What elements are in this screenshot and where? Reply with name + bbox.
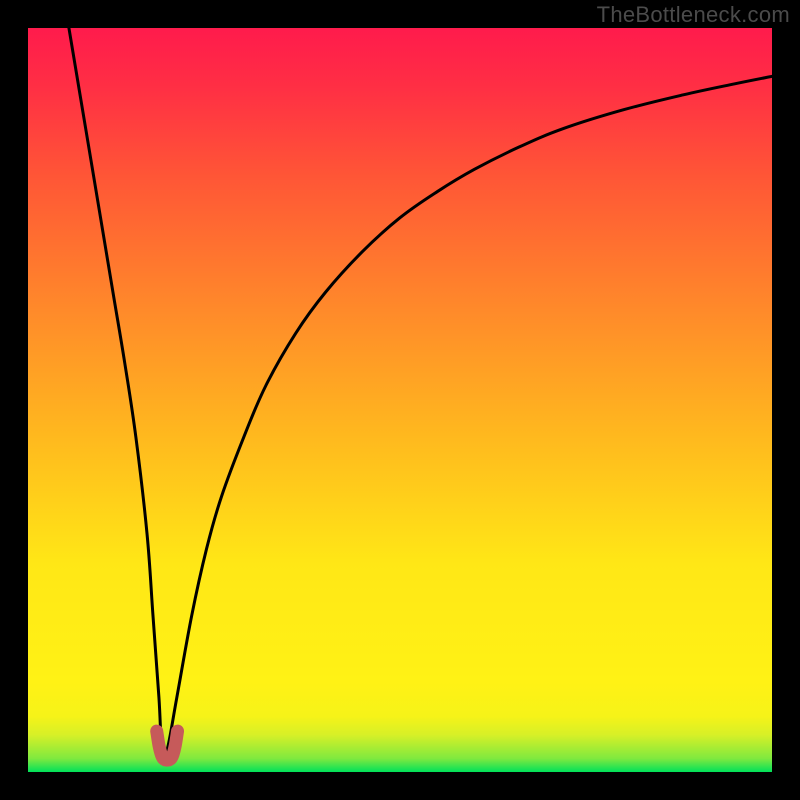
chart-svg <box>28 28 772 772</box>
gradient-background <box>28 28 772 772</box>
plot-area <box>28 28 772 772</box>
chart-frame: TheBottleneck.com <box>0 0 800 800</box>
watermark-text: TheBottleneck.com <box>597 2 790 28</box>
